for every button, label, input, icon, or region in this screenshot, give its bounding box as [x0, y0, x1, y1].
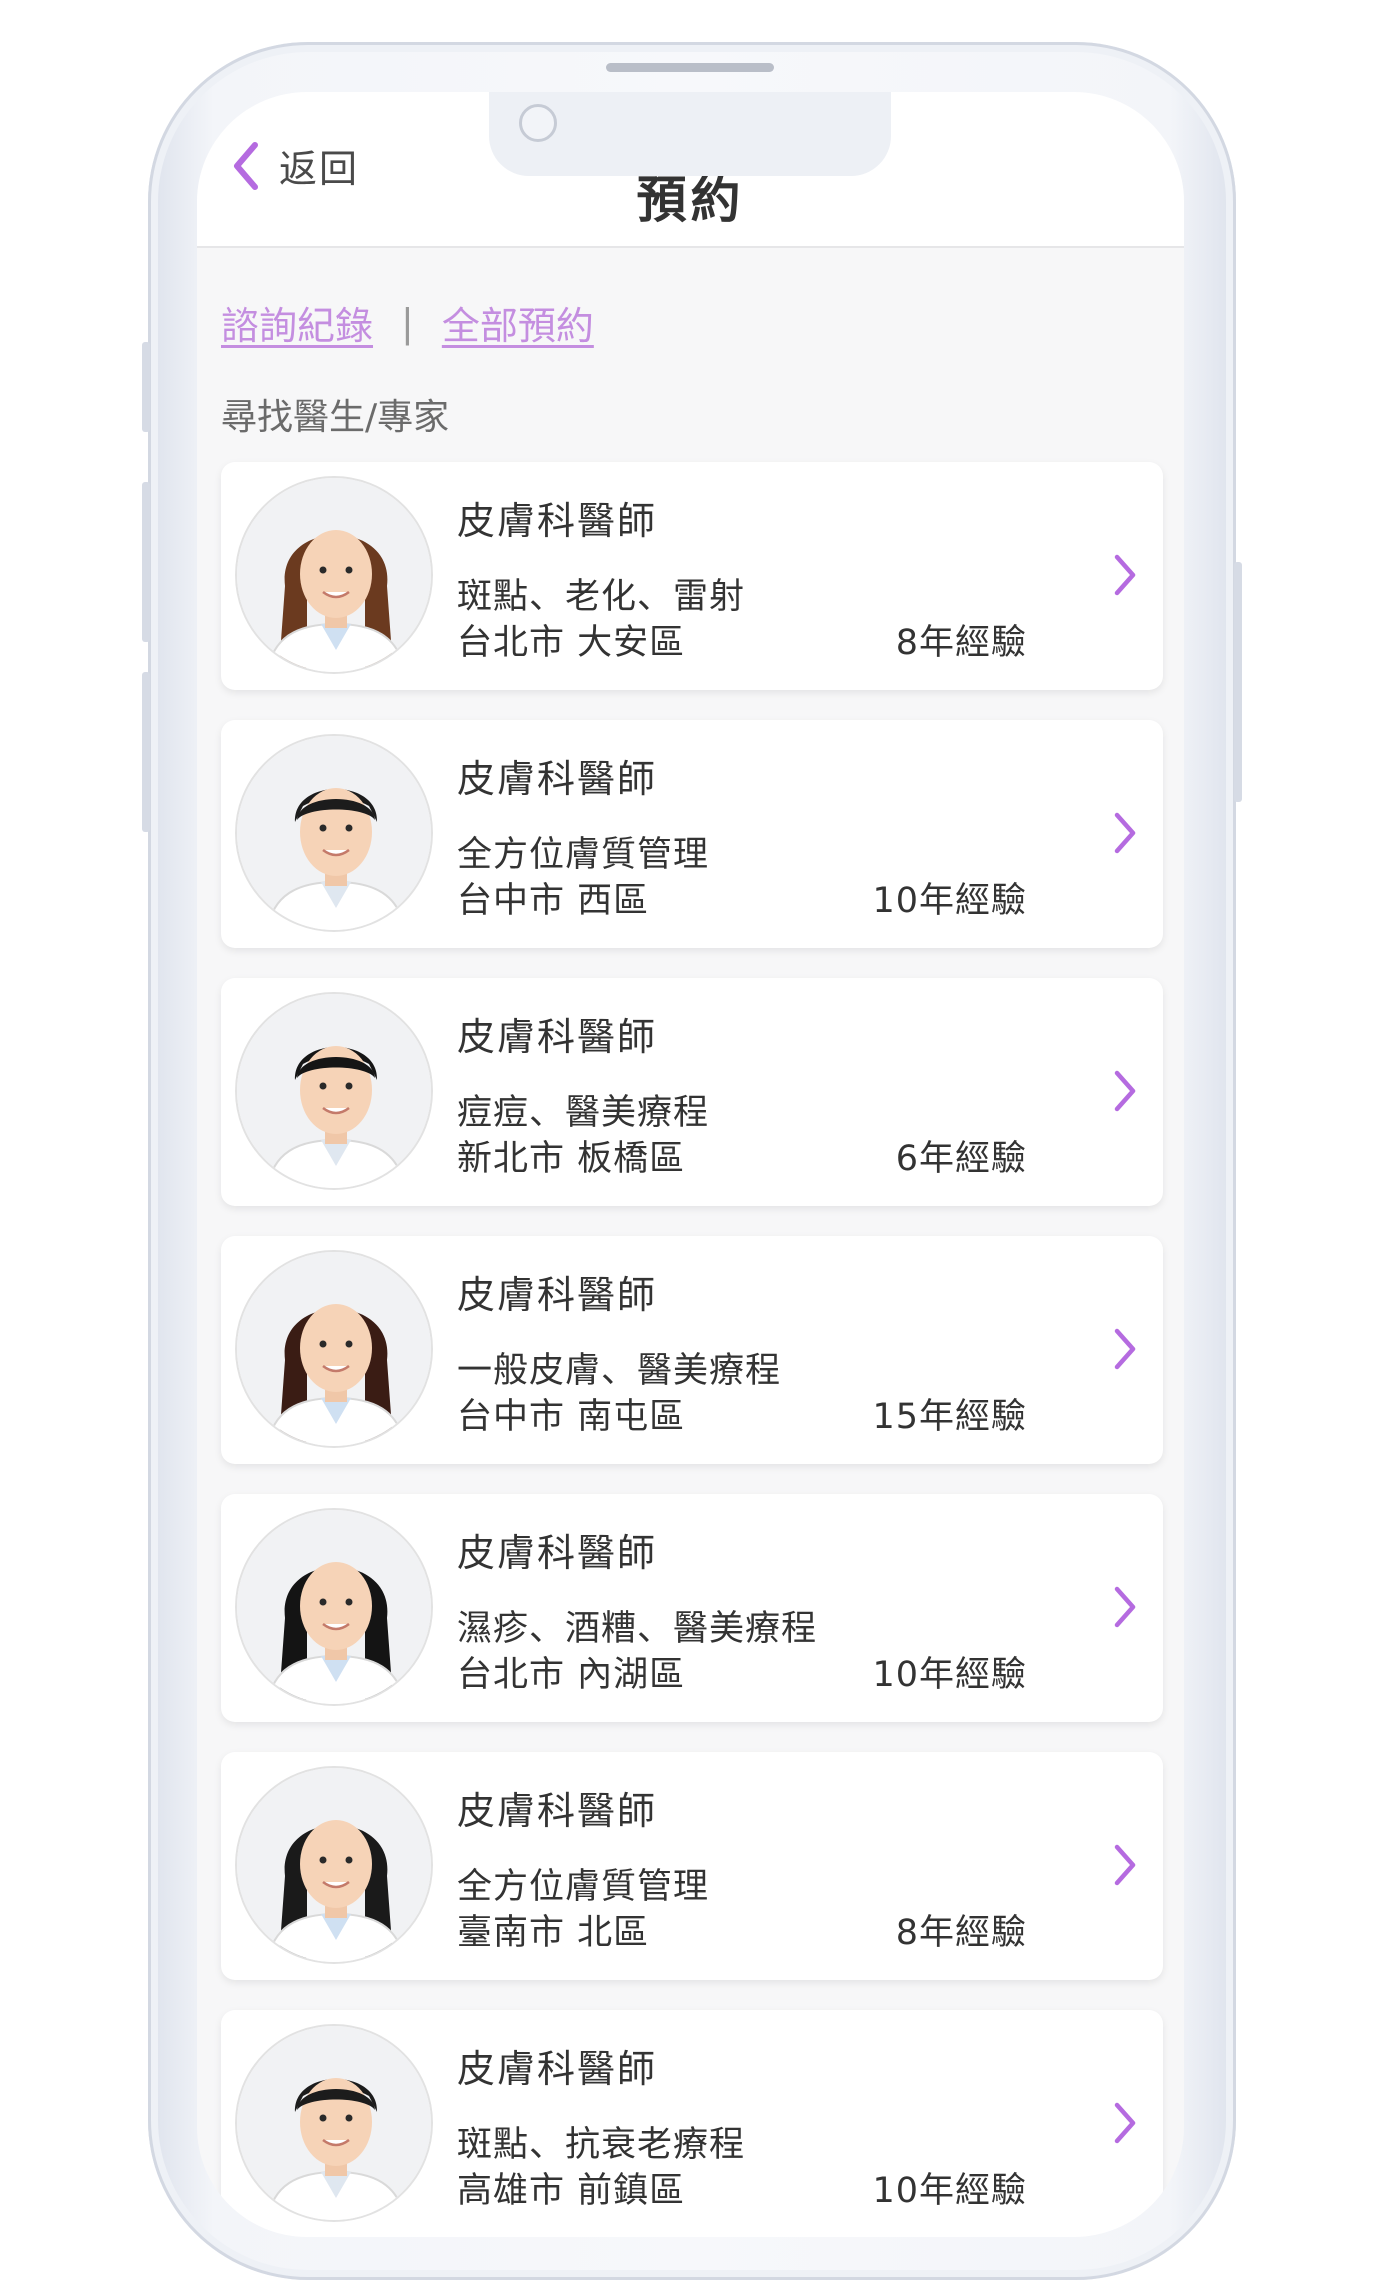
chevron-right-icon [1113, 1586, 1137, 1628]
chevron-right-icon [1113, 1070, 1137, 1112]
doctor-card[interactable]: 皮膚科醫師 痘痘、醫美療程 新北市 板橋區 6年經驗 [221, 978, 1163, 1206]
power-button [1234, 562, 1242, 802]
doctor-card[interactable]: 皮膚科醫師 濕疹、酒糟、醫美療程 台北市 內湖區 10年經驗 [221, 1494, 1163, 1722]
doctor-location: 台中市 西區 [457, 881, 650, 921]
doctor-location: 高雄市 前鎮區 [457, 2171, 686, 2211]
doctor-avatar [235, 1250, 433, 1448]
camera-notch [489, 92, 891, 176]
volume-down-button [142, 672, 150, 832]
doctor-title: 皮膚科醫師 [457, 757, 658, 801]
all-appointments-link[interactable]: 全部預約 [442, 295, 594, 350]
app-screen: 返回 預約 諮詢紀錄 | 全部預約 尋找醫生/專家 皮膚科醫師 斑點、老化、雷射… [197, 92, 1184, 2237]
doctor-title: 皮膚科醫師 [457, 2047, 658, 2091]
chevron-right-icon [1113, 1328, 1137, 1370]
doctor-location: 台中市 南屯區 [457, 1397, 686, 1437]
link-separator: | [401, 300, 414, 345]
section-title: 尋找醫生/專家 [221, 397, 450, 438]
doctor-title: 皮膚科醫師 [457, 1015, 658, 1059]
doctor-experience: 8年經驗 [895, 1913, 1027, 1953]
doctor-experience: 6年經驗 [895, 1139, 1027, 1179]
doctor-list: 皮膚科醫師 斑點、老化、雷射 台北市 大安區 8年經驗 皮膚科醫師 全方位膚質管… [221, 462, 1163, 2237]
quick-links: 諮詢紀錄 | 全部預約 [221, 295, 594, 350]
doctor-experience: 10年經驗 [872, 1655, 1027, 1695]
doctor-location: 台北市 大安區 [457, 623, 686, 663]
doctor-specialty: 一般皮膚、醫美療程 [457, 1351, 782, 1391]
doctor-specialty: 痘痘、醫美療程 [457, 1093, 710, 1133]
doctor-specialty: 全方位膚質管理 [457, 835, 710, 875]
doctor-card[interactable]: 皮膚科醫師 全方位膚質管理 台中市 西區 10年經驗 [221, 720, 1163, 948]
doctor-location: 台北市 內湖區 [457, 1655, 686, 1695]
doctor-avatar [235, 734, 433, 932]
doctor-experience: 10年經驗 [872, 881, 1027, 921]
doctor-title: 皮膚科醫師 [457, 499, 658, 543]
doctor-title: 皮膚科醫師 [457, 1531, 658, 1575]
doctor-avatar [235, 476, 433, 674]
doctor-card[interactable]: 皮膚科醫師 全方位膚質管理 臺南市 北區 8年經驗 [221, 1752, 1163, 1980]
doctor-card[interactable]: 皮膚科醫師 斑點、抗衰老療程 高雄市 前鎮區 10年經驗 [221, 2010, 1163, 2237]
speaker-grille [606, 63, 774, 72]
volume-up-button [142, 482, 150, 642]
doctor-experience: 15年經驗 [872, 1397, 1027, 1437]
doctor-title: 皮膚科醫師 [457, 1789, 658, 1833]
chevron-right-icon [1113, 1844, 1137, 1886]
doctor-location: 臺南市 北區 [457, 1913, 650, 1953]
doctor-title: 皮膚科醫師 [457, 1273, 658, 1317]
consult-history-link[interactable]: 諮詢紀錄 [221, 295, 373, 350]
doctor-card[interactable]: 皮膚科醫師 一般皮膚、醫美療程 台中市 南屯區 15年經驗 [221, 1236, 1163, 1464]
doctor-location: 新北市 板橋區 [457, 1139, 686, 1179]
doctor-avatar [235, 1508, 433, 1706]
doctor-specialty: 斑點、抗衰老療程 [457, 2125, 746, 2165]
mute-switch [142, 342, 150, 432]
doctor-avatar [235, 1766, 433, 1964]
doctor-specialty: 全方位膚質管理 [457, 1867, 710, 1907]
chevron-right-icon [1113, 812, 1137, 854]
doctor-avatar [235, 992, 433, 1190]
doctor-card[interactable]: 皮膚科醫師 斑點、老化、雷射 台北市 大安區 8年經驗 [221, 462, 1163, 690]
chevron-right-icon [1113, 554, 1137, 596]
doctor-specialty: 斑點、老化、雷射 [457, 577, 746, 617]
doctor-avatar [235, 2024, 433, 2222]
doctor-experience: 10年經驗 [872, 2171, 1027, 2211]
doctor-specialty: 濕疹、酒糟、醫美療程 [457, 1609, 818, 1649]
front-camera [519, 104, 557, 142]
chevron-right-icon [1113, 2102, 1137, 2144]
doctor-experience: 8年經驗 [895, 623, 1027, 663]
